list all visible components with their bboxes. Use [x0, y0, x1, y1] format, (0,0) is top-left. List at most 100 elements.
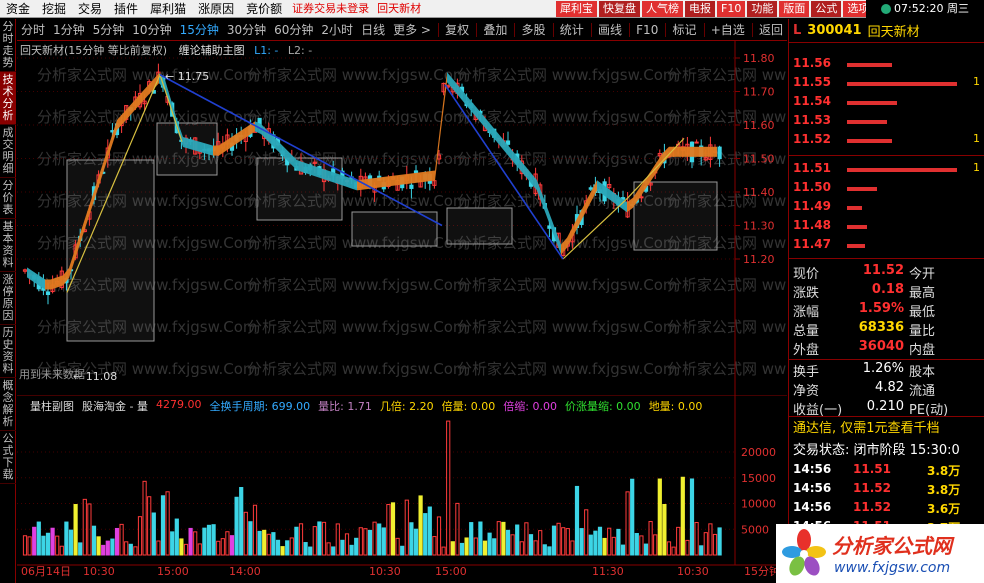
volume-title[interactable]: 量柱副图: [30, 398, 74, 413]
menu-item[interactable]: 犀利猫: [144, 0, 192, 18]
toolbar-button[interactable]: 功能: [747, 1, 778, 17]
tool-tab[interactable]: 复权: [441, 19, 473, 41]
stock-code[interactable]: 300041: [807, 23, 861, 38]
period-tab[interactable]: 10分钟: [128, 19, 175, 41]
left-tab[interactable]: 技术分析: [0, 72, 16, 125]
left-tab[interactable]: 分价表: [0, 178, 16, 219]
trade-state-value: 闭市阶段: [853, 443, 906, 458]
menu-item[interactable]: 竞价额: [240, 0, 288, 18]
login-warning[interactable]: 证券交易未登录: [288, 0, 373, 18]
tool-tab[interactable]: 返回: [755, 19, 787, 41]
volume-bar: [124, 541, 129, 556]
menu-item[interactable]: 交易: [72, 0, 108, 18]
tool-tab[interactable]: 叠加: [479, 19, 511, 41]
candle-body: [409, 184, 414, 189]
trade-state: 交易状态: 闭市阶段 15:30:0: [789, 439, 984, 458]
current-stock-link[interactable]: 回天新材: [373, 0, 425, 18]
volume-bar: [317, 521, 322, 556]
ask-depth-bar: [847, 82, 957, 86]
watermark-text: 分析家公式网 www.fxjgsw.Com: [457, 276, 678, 294]
period-tab[interactable]: 1分钟: [49, 19, 89, 41]
volume-header: 量柱副图 股海淘金 - 量 4279.00 全换手周期: 699.00 量比: …: [30, 398, 702, 413]
menu-item[interactable]: 插件: [108, 0, 144, 18]
trend-ribbon-segment: [381, 176, 387, 188]
trend-ribbon-segment: [705, 146, 711, 157]
candle-body: [694, 141, 699, 144]
watermark-text: 分析家公式网 www.fxjgsw.Com: [457, 360, 678, 378]
period-tab[interactable]: 日线: [357, 19, 389, 41]
menu-item[interactable]: 涨原因: [192, 0, 240, 18]
volume-bar: [303, 542, 308, 556]
tick-volume: 3.8万: [927, 483, 961, 497]
trend-ribbon-segment: [525, 165, 531, 184]
toolbar-button[interactable]: 人气榜: [642, 1, 683, 17]
period-tab[interactable]: 2小时: [317, 19, 357, 41]
volume-bar: [464, 537, 469, 556]
left-tab[interactable]: 基本资料: [0, 219, 16, 272]
toolbar-button[interactable]: 电报: [685, 1, 715, 17]
volume-bar: [570, 540, 575, 556]
left-tab[interactable]: 公式下载: [0, 431, 16, 484]
left-tab[interactable]: 成交明细: [0, 125, 16, 178]
bid-price: 11.48: [793, 218, 831, 232]
ad-banner[interactable]: 通达信, 仅需1元查看千档: [789, 417, 984, 436]
bid-price: 11.50: [793, 180, 831, 194]
chart-stock-name: 回天新材(15分钟 等比前复权): [20, 44, 168, 57]
volume-bar: [528, 534, 534, 556]
volume-bar: [285, 540, 290, 556]
tick-price: 11.52: [853, 500, 891, 514]
period-tab[interactable]: 5分钟: [89, 19, 129, 41]
tool-tab[interactable]: F10: [632, 19, 662, 41]
trend-ribbon-segment: [297, 160, 303, 173]
volume-bar: [188, 527, 193, 556]
tool-tab[interactable]: 多股: [518, 19, 550, 41]
stat-label: 现价: [793, 267, 820, 282]
period-tab[interactable]: 60分钟: [270, 19, 317, 41]
menu-item[interactable]: 挖掘: [36, 0, 72, 18]
volume-bar: [234, 496, 239, 556]
volume-chart[interactable]: 20000 15000 10000 5000 06月14日 10:30 15:00 14:00…: [17, 395, 787, 583]
trend-ribbon-segment: [711, 146, 717, 157]
period-tab[interactable]: 更多 >: [389, 19, 435, 41]
left-tab[interactable]: 概念解析: [0, 378, 16, 431]
ask-depth-bar: [847, 120, 887, 124]
volume-bar: [294, 526, 299, 556]
trend-ribbon-segment: [675, 146, 681, 157]
tool-tab[interactable]: 标记: [669, 19, 701, 41]
left-tab[interactable]: 分时走势: [0, 19, 16, 72]
trend-ribbon-segment: [681, 146, 687, 157]
volume-bar: [239, 487, 244, 556]
toolbar-button[interactable]: F10: [717, 1, 746, 17]
candle-body: [717, 146, 722, 160]
toolbar-button[interactable]: 版面: [779, 1, 810, 17]
toolbar-button[interactable]: 快复盘: [599, 1, 640, 17]
volume-bar: [413, 528, 419, 556]
clock-text: 07:52:20 周三: [894, 2, 969, 15]
volume-cycle: 全换手周期: 699.00: [209, 400, 311, 413]
volume-bar: [133, 546, 138, 556]
period-tab[interactable]: 30分钟: [223, 19, 270, 41]
left-tab[interactable]: 历史资料: [0, 325, 16, 378]
candlestick-chart[interactable]: 分析家公式网 www.fxjgsw.Com 分析家公式网 www.fxjgsw.C…: [17, 40, 787, 395]
price-axis-label: 11.70: [743, 86, 775, 99]
toolbar-button[interactable]: 公式: [811, 1, 842, 17]
logo-url[interactable]: www.fxjgsw.com: [834, 560, 950, 576]
trend-ribbon-segment: [327, 170, 333, 183]
stat-label: 外盘: [793, 343, 820, 358]
tick-volume: 3.8万: [927, 464, 961, 478]
trend-ribbon-segment: [213, 145, 219, 156]
tool-tab[interactable]: 统计: [556, 19, 588, 41]
menu-item[interactable]: 资金: [0, 0, 36, 18]
tick-price: 11.51: [853, 462, 891, 476]
trend-ribbon-segment: [303, 162, 309, 175]
toolbar-button[interactable]: 犀利宝: [556, 1, 597, 17]
chart-indicator-name[interactable]: 缠论辅助主图: [179, 44, 245, 57]
price-axis-label: 11.60: [743, 119, 775, 132]
tool-tab[interactable]: 画线: [594, 19, 626, 41]
volume-bar: [59, 545, 64, 556]
period-tab[interactable]: 分时: [17, 19, 49, 41]
period-tab[interactable]: 15分钟: [176, 19, 223, 41]
tool-tab[interactable]: +自选: [707, 19, 749, 41]
left-tab[interactable]: 涨停原因: [0, 272, 16, 325]
volume-bar: [671, 546, 676, 556]
